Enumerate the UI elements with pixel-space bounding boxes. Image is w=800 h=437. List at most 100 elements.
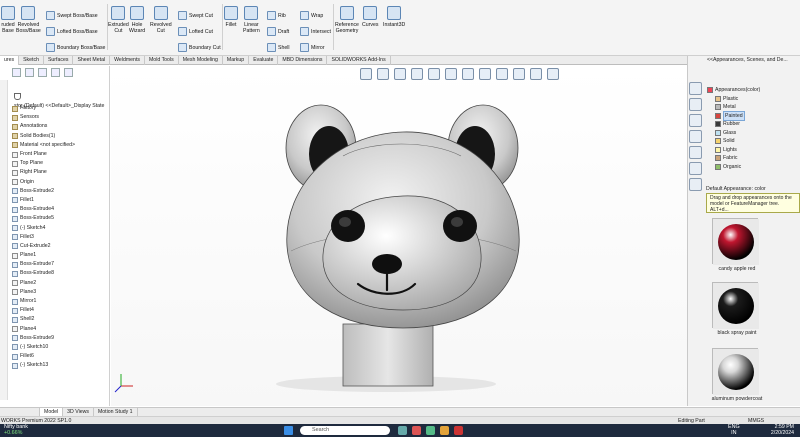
tree-item[interactable]: Boss-Extrude9 <box>12 334 110 343</box>
solidworks-forum-icon[interactable] <box>689 178 702 191</box>
tab-surfaces[interactable]: Surfaces <box>44 56 74 65</box>
tab-evaluate[interactable]: Evaluate <box>249 56 279 65</box>
appearance-folder-item[interactable]: Glass <box>707 129 800 138</box>
tree-item[interactable]: (-) Sketch10 <box>12 343 110 352</box>
previous-view-icon[interactable] <box>394 68 406 80</box>
view-orientation-icon[interactable] <box>445 68 457 80</box>
tree-item[interactable]: History <box>12 104 110 113</box>
extruded-boss-button[interactable]: ruded Base <box>1 6 15 34</box>
revolved-boss-button[interactable]: Revolved Boss/Base <box>16 6 41 34</box>
solidworks-resources-icon[interactable] <box>689 82 702 95</box>
appearance-folder-item[interactable]: Rubber <box>707 120 800 129</box>
appearance-folder-item[interactable]: Metal <box>707 103 800 112</box>
tab-solidworks-addins[interactable]: SOLIDWORKS Add-Ins <box>327 56 391 65</box>
swept-boss-button[interactable]: Swept Boss/Base <box>46 11 98 20</box>
display-style-icon[interactable] <box>462 68 474 80</box>
language-indicator[interactable]: ENG IN <box>728 424 740 436</box>
draft-button[interactable]: Draft <box>267 27 289 36</box>
file-explorer-icon[interactable] <box>689 114 702 127</box>
appearance-swatch[interactable] <box>712 348 759 395</box>
extruded-cut-button[interactable]: Extruded Cut <box>108 6 129 34</box>
instant3d-button[interactable]: Instant3D <box>383 6 405 28</box>
appearance-root[interactable]: Appearances(color) <box>707 86 800 95</box>
tree-item[interactable]: (-) Sketch13 <box>12 361 110 370</box>
tab-sketch[interactable]: Sketch <box>19 56 44 65</box>
revolved-cut-button[interactable]: Revolved Cut <box>150 6 172 34</box>
curves-button[interactable]: Curves <box>362 6 378 28</box>
tab-features[interactable]: ures <box>0 56 20 65</box>
fillet-button[interactable]: Fillet <box>224 6 238 28</box>
tree-item[interactable]: Cut-Extrude2 <box>12 242 110 251</box>
tree-item[interactable]: Boss-Extrude7 <box>12 260 110 269</box>
tree-item[interactable]: Mirror1 <box>12 297 110 306</box>
tab-mesh-modeling[interactable]: Mesh Modeling <box>179 56 223 65</box>
tree-item[interactable]: Plane3 <box>12 288 110 297</box>
linear-pattern-button[interactable]: Linear Pattern <box>243 6 260 34</box>
tree-item[interactable]: Boss-Extrude8 <box>12 269 110 278</box>
dimxpert-tab-icon[interactable] <box>51 68 60 77</box>
edit-appearance-icon[interactable] <box>496 68 508 80</box>
display-manager-tab-icon[interactable] <box>64 68 73 77</box>
boundary-cut-button[interactable]: Boundary Cut <box>178 43 221 52</box>
appearance-swatch[interactable] <box>712 282 759 329</box>
app-icon-2[interactable] <box>412 426 421 435</box>
tab-markup[interactable]: Markup <box>223 56 250 65</box>
rib-button[interactable]: Rib <box>267 11 286 20</box>
tab-mold-tools[interactable]: Mold Tools <box>145 56 179 65</box>
windows-start-icon[interactable] <box>284 426 293 435</box>
app-icon-3[interactable] <box>426 426 435 435</box>
filter-icon[interactable] <box>14 93 21 100</box>
appearance-folder-item[interactable]: Solid <box>707 137 800 146</box>
tree-item[interactable]: Origin <box>12 178 110 187</box>
wrap-button[interactable]: Wrap <box>300 11 323 20</box>
tree-item[interactable]: Annotations <box>12 122 110 131</box>
reference-geometry-button[interactable]: Reference Geometry <box>335 6 359 34</box>
appearance-swatch[interactable] <box>712 218 759 265</box>
hole-wizard-button[interactable]: Hole Wizard <box>129 6 145 34</box>
appearance-folder-item[interactable]: Lights <box>707 146 800 155</box>
configuration-manager-tab-icon[interactable] <box>38 68 47 77</box>
mirror-button[interactable]: Mirror <box>300 43 325 52</box>
tree-item[interactable]: Fillet1 <box>12 196 110 205</box>
design-library-icon[interactable] <box>689 98 702 111</box>
property-manager-tab-icon[interactable] <box>25 68 34 77</box>
file-explorer-taskbar-icon[interactable] <box>440 426 449 435</box>
graphics-viewport[interactable] <box>111 66 687 406</box>
tree-item[interactable]: Boss-Extrude5 <box>12 214 110 223</box>
appearance-folder-item[interactable]: Painted <box>707 110 800 121</box>
lofted-cut-button[interactable]: Lofted Cut <box>178 27 213 36</box>
tree-item[interactable]: Boss-Extrude4 <box>12 205 110 214</box>
tab-weldments[interactable]: Weldments <box>110 56 145 65</box>
tree-item[interactable]: Top Plane <box>12 159 110 168</box>
tree-item[interactable]: Fillet3 <box>12 233 110 242</box>
intersect-button[interactable]: Intersect <box>300 27 331 36</box>
tree-item[interactable]: Fillet4 <box>12 306 110 315</box>
tree-item[interactable]: (-) Sketch4 <box>12 223 110 232</box>
solidworks-taskbar-icon[interactable] <box>454 426 463 435</box>
tree-item[interactable]: Fillet6 <box>12 352 110 361</box>
appearance-folder-item[interactable]: Fabric <box>707 154 800 163</box>
section-view-icon[interactable] <box>411 68 423 80</box>
appearance-folder-item[interactable]: Plastic <box>707 95 800 104</box>
feature-manager-tab-icon[interactable] <box>12 68 21 77</box>
shell-button[interactable]: Shell <box>267 43 290 52</box>
apply-scene-icon[interactable] <box>513 68 525 80</box>
hide-show-items-icon[interactable] <box>479 68 491 80</box>
tree-item[interactable]: Plane4 <box>12 325 110 334</box>
tree-item[interactable]: Material <not specified> <box>12 141 110 150</box>
display-pane-icon[interactable] <box>547 68 559 80</box>
tab-mbd-dimensions[interactable]: MBD Dimensions <box>278 56 328 65</box>
tree-item[interactable]: Solid Bodies(1) <box>12 132 110 141</box>
appearance-folder-item[interactable]: Organic <box>707 163 800 172</box>
tree-item[interactable]: Boss-Extrude2 <box>12 187 110 196</box>
tree-item[interactable]: Plane2 <box>12 279 110 288</box>
tree-item[interactable]: Right Plane <box>12 168 110 177</box>
zoom-to-fit-icon[interactable] <box>360 68 372 80</box>
dynamic-annotation-icon[interactable] <box>428 68 440 80</box>
clock[interactable]: 2:59 PM 2/20/2024 <box>771 424 794 436</box>
swept-cut-button[interactable]: Swept Cut <box>178 11 213 20</box>
custom-properties-icon[interactable] <box>689 162 702 175</box>
view-settings-icon[interactable] <box>530 68 542 80</box>
tree-item[interactable]: Sensors <box>12 113 110 122</box>
tree-item[interactable]: Front Plane <box>12 150 110 159</box>
